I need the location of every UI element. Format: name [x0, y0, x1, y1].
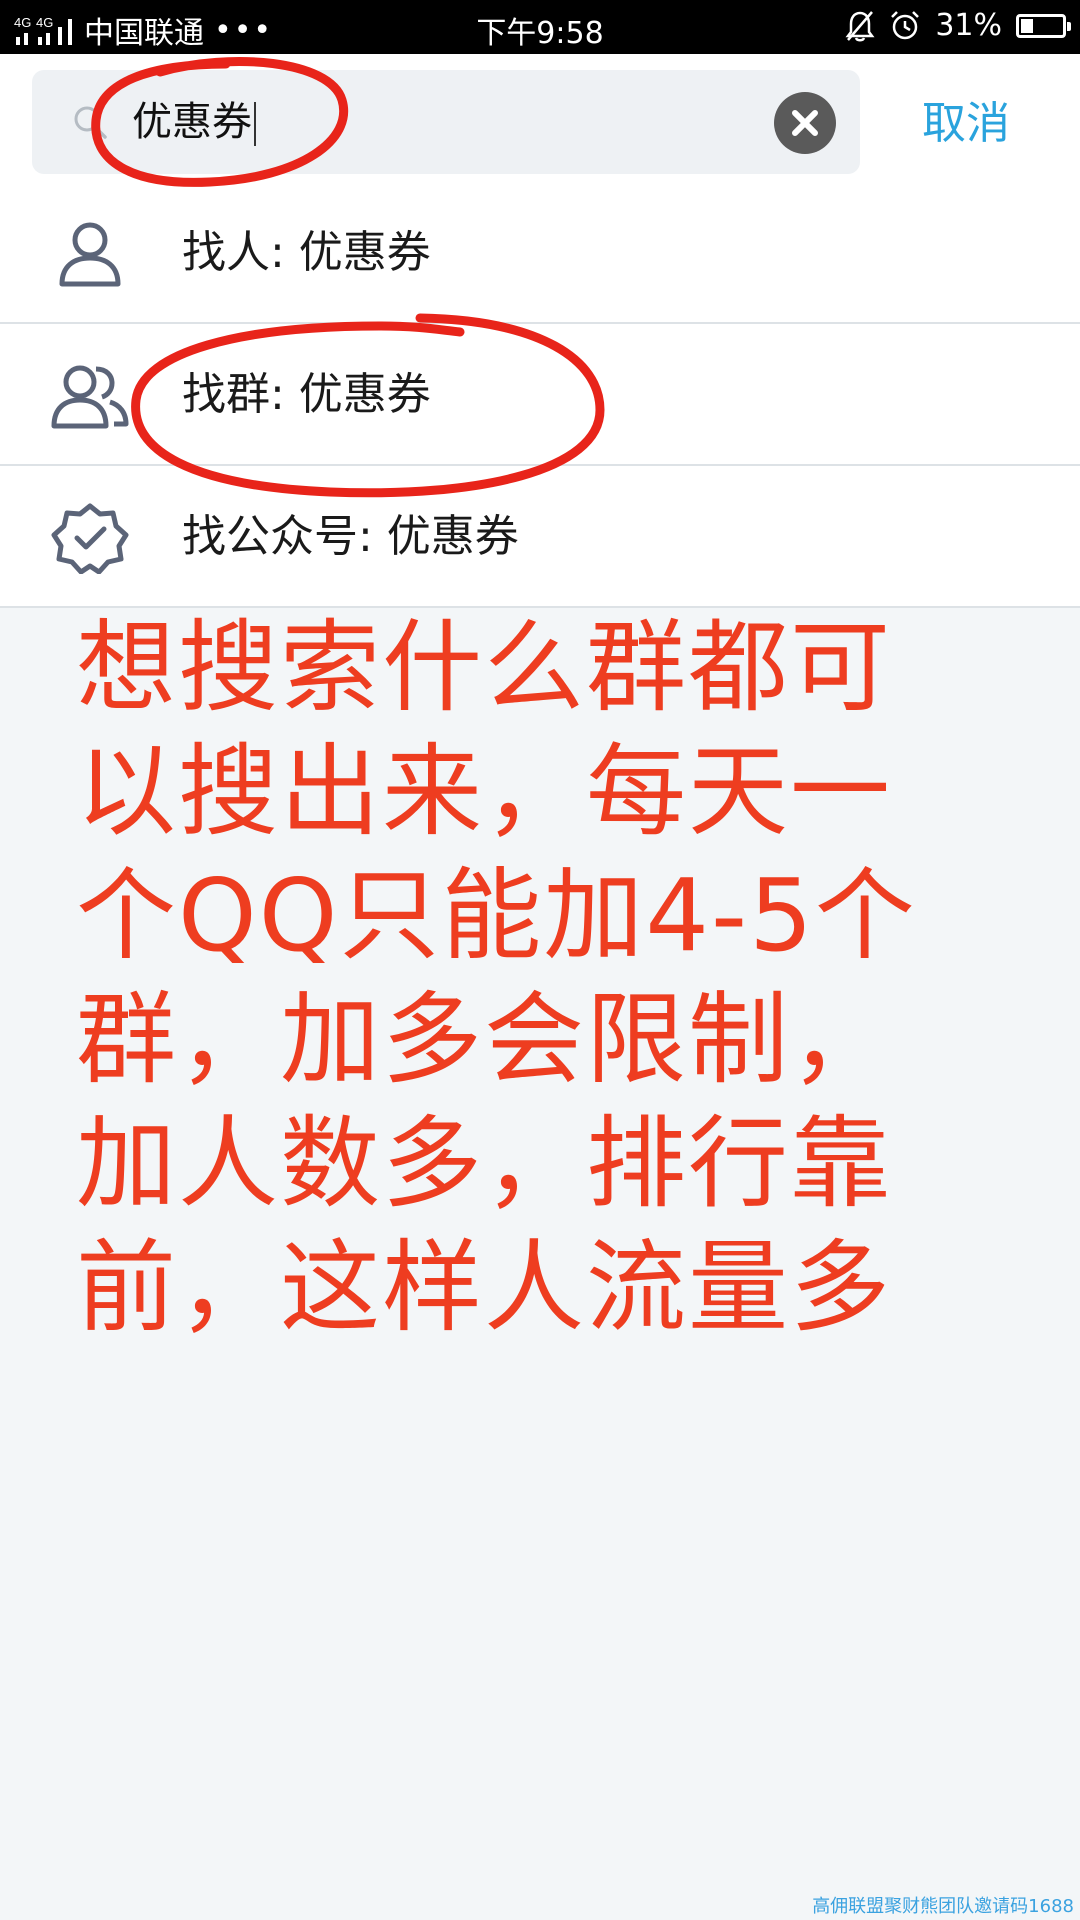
result-find-people[interactable]: 找人: 优惠券	[0, 182, 1080, 324]
annotation-line: 前，这样人流量多	[76, 1229, 892, 1346]
watermark: 高佣联盟聚财熊团队邀请码1688	[812, 1896, 1074, 1917]
status-right: 31%	[845, 8, 1071, 43]
result-label: 找群: 优惠券	[182, 369, 431, 420]
annotation-line: 想搜索什么群都可	[76, 609, 892, 726]
result-label: 找人: 优惠券	[182, 227, 431, 278]
annotation-line: 加人数多，排行靠	[76, 1105, 892, 1222]
annotation-line: 以搜出来，每天一	[76, 733, 892, 850]
search-query-text: 优惠券	[132, 99, 252, 145]
result-find-groups[interactable]: 找群: 优惠券	[0, 324, 1080, 466]
clear-button[interactable]	[774, 92, 836, 154]
text-caret	[254, 102, 256, 146]
search-icon	[74, 106, 107, 139]
result-find-official-accounts[interactable]: 找公众号: 优惠券	[0, 466, 1080, 608]
search-input[interactable]: 优惠券	[32, 70, 860, 174]
cancel-button[interactable]: 取消	[886, 94, 1046, 154]
group-icon	[51, 365, 129, 429]
annotation-line: 群，加多会限制，	[76, 981, 892, 1098]
battery-level	[1021, 18, 1033, 33]
battery-icon	[1016, 13, 1071, 38]
annotation-line: 个QQ只能加4-5个	[76, 857, 917, 974]
verified-badge-icon	[51, 503, 129, 574]
bell-muted-icon	[845, 10, 875, 41]
close-icon	[792, 110, 818, 136]
screen: 4G 4G 中国联通 ••• 下午9:58 31% 优惠券 取消 找人: 优惠券…	[0, 0, 1080, 1920]
alarm-icon	[891, 10, 920, 39]
search-query[interactable]: 优惠券	[132, 94, 256, 150]
result-label: 找公众号: 优惠券	[182, 511, 519, 562]
annotation-text: 想搜索什么群都可 以搜出来，每天一 个QQ只能加4-5个 群，加多会限制， 加人…	[76, 606, 936, 1350]
search-results: 找人: 优惠券 找群: 优惠券 找公众号: 优惠券	[0, 182, 1080, 608]
person-icon	[59, 222, 121, 287]
status-bar: 4G 4G 中国联通 ••• 下午9:58 31%	[0, 0, 1080, 54]
battery-percent: 31%	[935, 8, 1002, 43]
search-header: 优惠券 取消	[0, 54, 1080, 182]
